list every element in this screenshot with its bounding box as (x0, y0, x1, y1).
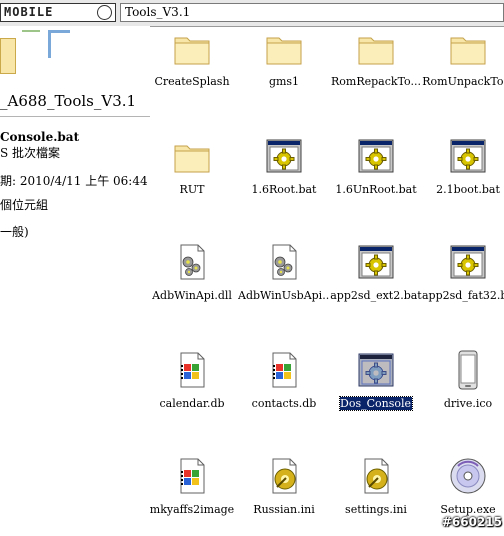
file-item[interactable]: 2.1boot.bat (422, 136, 504, 216)
file-name-label: AdbWinUsbApi.... (238, 289, 330, 302)
file-name-label: gms1 (268, 75, 300, 88)
folder-icon (356, 28, 396, 68)
file-item[interactable]: calendar.db (146, 350, 238, 430)
windows-file-icon (172, 456, 212, 496)
batch-file-icon (448, 136, 488, 176)
file-name-label: drive.ico (443, 397, 493, 410)
folder-title: _A688_Tools_V3.1 (0, 92, 137, 110)
file-type: S 批次檔案 (0, 146, 61, 160)
details-pane: _A688_Tools_V3.1 Console.bat S 批次檔案 期: 2… (0, 26, 150, 530)
file-item[interactable]: RomUnpackTo... (422, 28, 504, 108)
file-name-label: CreateSplash (154, 75, 230, 88)
file-name-label: Russian.ini (253, 503, 315, 516)
batch-file-icon (356, 136, 396, 176)
ini-file-icon (264, 456, 304, 496)
file-item[interactable]: CreateSplash (146, 28, 238, 108)
file-name-label: calendar.db (159, 397, 225, 410)
folder-icon (172, 136, 212, 176)
batch-file-icon (356, 350, 396, 390)
file-name-label: 1.6UnRoot.bat (335, 183, 417, 196)
file-item[interactable]: app2sd_ext2.bat (330, 242, 422, 322)
windows-file-icon (172, 350, 212, 390)
pane-decoration (48, 30, 70, 58)
ini-file-icon (356, 456, 396, 496)
file-item[interactable]: gms1 (238, 28, 330, 108)
file-item[interactable]: 1.6Root.bat (238, 136, 330, 216)
pane-divider (0, 116, 150, 117)
file-name-label: settings.ini (345, 503, 407, 516)
file-name-label: RomUnpackTo... (422, 75, 504, 88)
file-name-label: Dos_Console.bat (339, 396, 413, 411)
folder-thumbnail-icon (0, 38, 16, 74)
file-name-label: RUT (179, 183, 205, 196)
file-name-label: 1.6Root.bat (251, 183, 317, 196)
batch-file-icon (356, 242, 396, 282)
file-item[interactable]: drive.ico (422, 350, 504, 430)
batch-file-icon (448, 242, 488, 282)
file-attributes: 一般) (0, 225, 29, 239)
folder-icon (172, 28, 212, 68)
logo-letters: MOBILE (4, 5, 54, 19)
pane-decoration (22, 30, 40, 32)
file-item[interactable]: AdbWinApi.dll (146, 242, 238, 322)
logo-badge-icon (97, 5, 112, 20)
address-bar: MOBILE Tools_V3.1 (0, 0, 504, 27)
batch-file-icon (264, 136, 304, 176)
file-name-label: app2sd_fat32.ba (422, 289, 504, 302)
file-item[interactable]: mkyaffs2image (146, 456, 238, 536)
file-item[interactable]: contacts.db (238, 350, 330, 430)
watermark: #660215 (441, 515, 502, 529)
file-name-label: AdbWinApi.dll (152, 289, 232, 302)
folder-icon (448, 28, 488, 68)
dll-file-icon (264, 242, 304, 282)
modified-date: 期: 2010/4/11 上午 06:44 (0, 174, 148, 188)
file-name-label: 2.1boot.bat (436, 183, 500, 196)
file-item[interactable]: settings.ini (330, 456, 422, 536)
file-item[interactable]: app2sd_fat32.ba (422, 242, 504, 322)
file-name-label: contacts.db (251, 397, 317, 410)
file-item[interactable]: RUT (146, 136, 238, 216)
file-item[interactable]: 1.6UnRoot.bat (330, 136, 422, 216)
file-item[interactable]: AdbWinUsbApi.... (238, 242, 330, 322)
address-field[interactable]: Tools_V3.1 (120, 3, 504, 22)
file-name-label: mkyaffs2image (149, 503, 235, 516)
forum-logo: MOBILE (0, 3, 116, 22)
file-item[interactable]: RomRepackTo... (330, 28, 422, 108)
cd-setup-icon (448, 456, 488, 496)
file-name-label: RomRepackTo... (331, 75, 421, 88)
file-item[interactable]: Dos_Console.bat (330, 350, 422, 430)
file-size: 個位元組 (0, 198, 49, 212)
file-item[interactable]: Russian.ini (238, 456, 330, 536)
dll-file-icon (172, 242, 212, 282)
file-name-label: app2sd_ext2.bat (330, 289, 422, 302)
folder-icon (264, 28, 304, 68)
windows-file-icon (264, 350, 304, 390)
selected-file-name: Console.bat (0, 130, 80, 144)
phone-icon (448, 350, 488, 390)
